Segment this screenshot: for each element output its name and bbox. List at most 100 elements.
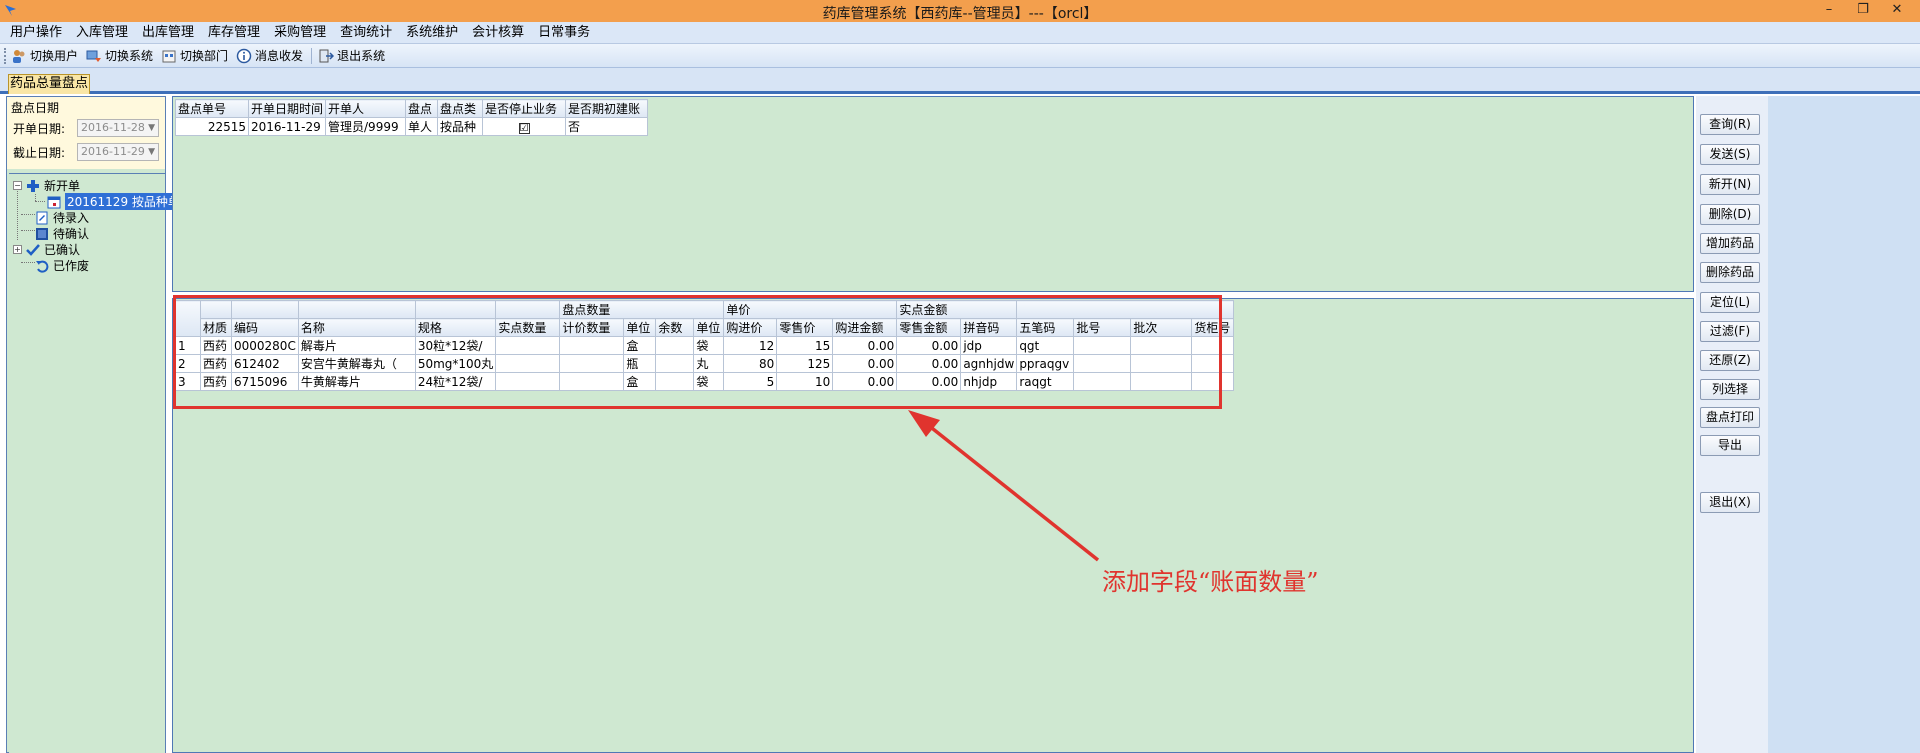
column-header[interactable]: 盘点单号 <box>175 99 249 118</box>
switch-dept-label: 切换部门 <box>180 49 229 63</box>
tree-label-pending-confirm: 待确认 <box>53 227 90 241</box>
checkmark-icon <box>26 243 40 256</box>
locate-button[interactable]: 定位(L) <box>1700 292 1760 313</box>
tab-strip: 药品总量盘点 <box>0 68 1920 94</box>
menu-purchase[interactable]: 采购管理 <box>268 22 332 44</box>
menu-accounting[interactable]: 会计核算 <box>466 22 530 44</box>
close-button[interactable]: ✕ <box>1880 0 1914 22</box>
right-empty-area <box>1768 96 1920 753</box>
info-icon <box>236 48 252 63</box>
tree-label-new-order: 新开单 <box>44 179 81 193</box>
initial-account-cell[interactable]: 否 <box>565 117 649 136</box>
stop-business-checkbox[interactable]: ☑ <box>482 117 567 136</box>
new-button[interactable]: 新开(N) <box>1700 174 1760 195</box>
menu-outbound[interactable]: 出库管理 <box>136 22 200 44</box>
status-tree: − 新开单 20161129 按品种单 待录入 待确认 + 已确认 已作废 <box>9 173 182 753</box>
column-header[interactable]: 盘点类 <box>437 99 484 118</box>
end-date-value: 2016-11-29 <box>81 145 145 158</box>
filter-button[interactable]: 过滤(F) <box>1700 321 1760 342</box>
query-button[interactable]: 查询(R) <box>1700 114 1760 135</box>
exit-button[interactable]: 退出(X) <box>1700 492 1760 513</box>
exit-icon <box>319 49 335 62</box>
chevron-down-icon[interactable]: ▼ <box>148 120 155 136</box>
tree-item-new-order[interactable]: − 新开单 <box>13 178 80 193</box>
action-button-panel: 查询(R) 发送(S) 新开(N) 删除(D) 增加药品 删除药品 定位(L) … <box>1696 96 1768 753</box>
order-user-cell[interactable]: 管理员/9999 <box>325 117 407 136</box>
menu-system[interactable]: 系统维护 <box>400 22 464 44</box>
menu-inbound[interactable]: 入库管理 <box>70 22 134 44</box>
column-select-button[interactable]: 列选择 <box>1700 379 1760 400</box>
expand-icon[interactable]: + <box>13 245 22 254</box>
toolbar-grip[interactable] <box>4 47 7 64</box>
menu-daily[interactable]: 日常事务 <box>532 22 596 44</box>
table-header-row: 盘点单号 开单日期时间 开单人 盘点 盘点类 是否停止业务 是否期初建账 <box>175 99 649 118</box>
exit-system-button[interactable]: 退出系统 <box>318 47 385 64</box>
minimize-button[interactable]: – <box>1812 0 1846 22</box>
left-panel: 盘点日期 开单日期: 2016-11-28 ▼ 截止日期: 2016-11-29… <box>6 96 182 753</box>
chevron-down-icon[interactable]: ▼ <box>148 144 155 160</box>
plus-icon <box>27 179 39 192</box>
menu-query-stats[interactable]: 查询统计 <box>334 22 398 44</box>
tree-connector <box>21 262 35 263</box>
tree-item-confirmed[interactable]: + 已确认 <box>13 242 80 257</box>
tree-label-new-child: 20161129 按品种单 <box>65 193 182 210</box>
start-date-label: 开单日期: <box>13 121 66 136</box>
menu-inventory[interactable]: 库存管理 <box>202 22 266 44</box>
tab-inventory-count[interactable]: 药品总量盘点 <box>8 74 90 94</box>
date-filter-group: 盘点日期 开单日期: 2016-11-28 ▼ 截止日期: 2016-11-29… <box>7 97 165 169</box>
collapse-icon[interactable]: − <box>13 181 22 190</box>
calendar-icon <box>47 196 61 208</box>
column-header[interactable]: 是否期初建账 <box>565 99 649 118</box>
table-row[interactable]: 22515 2016-11-29 管理员/9999 单人 按品种 ☑ 否 <box>175 117 649 136</box>
delete-drug-button[interactable]: 删除药品 <box>1700 262 1760 283</box>
tree-label-pending-entry: 待录入 <box>53 211 90 225</box>
exit-system-label: 退出系统 <box>337 49 386 63</box>
system-switch-icon <box>86 50 102 62</box>
restore-button[interactable]: 还原(Z) <box>1700 350 1760 371</box>
tree-item-voided[interactable]: 已作废 <box>35 258 89 273</box>
order-id-cell[interactable]: 22515 <box>175 117 249 136</box>
title-bar: 药库管理系统【西药库--管理员】---【orcl】 – ❐ ✕ <box>0 0 1920 22</box>
annotation-highlight-box <box>173 295 1222 409</box>
switch-dept-button[interactable]: 切换部门 <box>161 47 228 64</box>
print-button[interactable]: 盘点打印 <box>1700 407 1760 428</box>
messages-label: 消息收发 <box>255 49 304 63</box>
window-title: 药库管理系统【西药库--管理员】---【orcl】 <box>822 6 1098 22</box>
tree-item-pending-entry[interactable]: 待录入 <box>35 210 89 225</box>
end-date-picker[interactable]: 2016-11-29 ▼ <box>77 143 159 161</box>
tree-item-pending-confirm[interactable]: 待确认 <box>35 226 89 241</box>
order-category-cell[interactable]: 按品种 <box>437 117 484 136</box>
tree-connector <box>17 186 18 240</box>
tree-item-new-child[interactable]: 20161129 按品种单 <box>47 193 182 210</box>
end-date-label: 截止日期: <box>13 145 66 160</box>
toolbar-separator <box>311 47 313 64</box>
add-drug-button[interactable]: 增加药品 <box>1700 233 1760 254</box>
delete-button[interactable]: 删除(D) <box>1700 204 1760 225</box>
switch-user-label: 切换用户 <box>30 49 79 63</box>
order-list-table: 盘点单号 开单日期时间 开单人 盘点 盘点类 是否停止业务 是否期初建账 225… <box>175 99 649 136</box>
square-icon <box>36 227 48 240</box>
column-header[interactable]: 是否停止业务 <box>482 99 567 118</box>
column-header[interactable]: 盘点 <box>405 99 439 118</box>
start-date-value: 2016-11-28 <box>81 121 145 134</box>
messages-button[interactable]: 消息收发 <box>236 47 303 64</box>
order-type-cell[interactable]: 单人 <box>405 117 439 136</box>
annotation-text: 添加字段“账面数量” <box>1102 568 1319 596</box>
restore-button[interactable]: ❐ <box>1846 0 1880 22</box>
start-date-picker[interactable]: 2016-11-28 ▼ <box>77 119 159 137</box>
checkbox-checked-icon[interactable]: ☑ <box>518 122 530 134</box>
switch-system-label: 切换系统 <box>105 49 154 63</box>
column-header[interactable]: 开单人 <box>325 99 407 118</box>
export-button[interactable]: 导出 <box>1700 435 1760 456</box>
order-date-cell[interactable]: 2016-11-29 <box>247 117 327 136</box>
menu-user-ops[interactable]: 用户操作 <box>4 22 68 44</box>
undo-icon <box>36 260 49 273</box>
switch-user-button[interactable]: 切换用户 <box>11 47 78 64</box>
tree-connector <box>21 214 35 215</box>
tree-label-confirmed: 已确认 <box>44 243 81 257</box>
tree-connector <box>21 230 35 231</box>
column-header[interactable]: 开单日期时间 <box>247 99 327 118</box>
users-icon <box>13 49 25 63</box>
send-button[interactable]: 发送(S) <box>1700 144 1760 165</box>
switch-system-button[interactable]: 切换系统 <box>86 47 153 64</box>
